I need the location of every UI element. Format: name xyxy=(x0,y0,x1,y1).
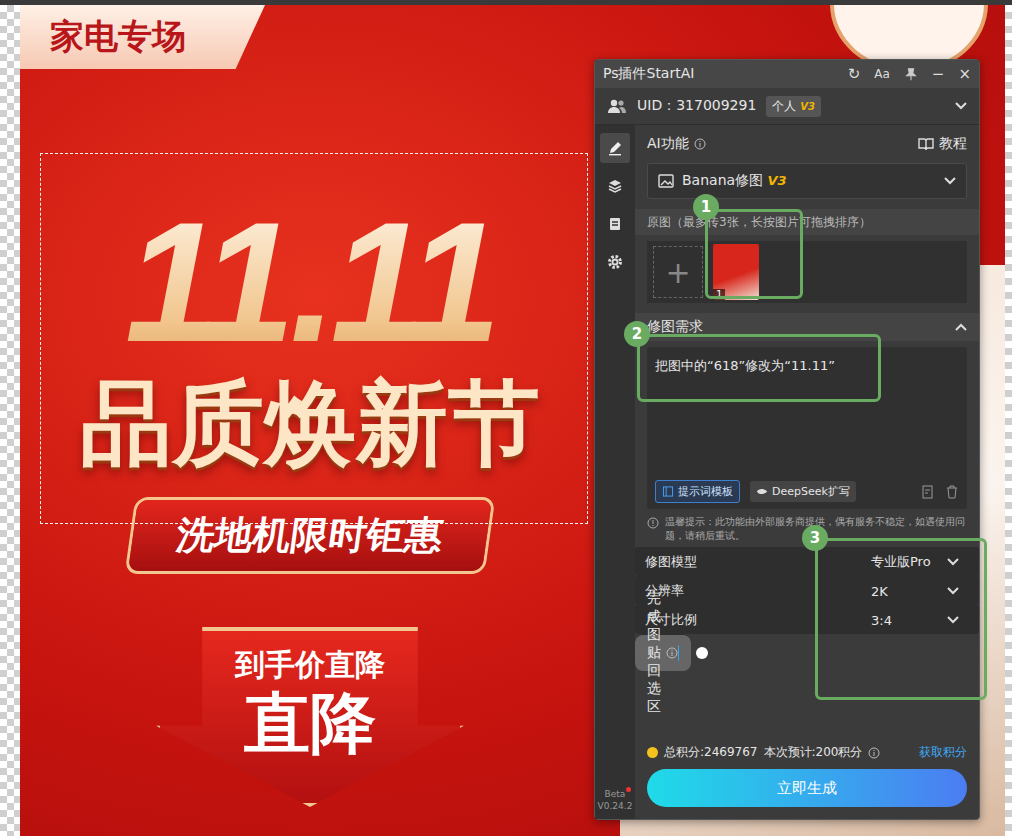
source-thumbnail[interactable]: 1 xyxy=(713,244,759,300)
annotation-box: 2 xyxy=(637,334,881,402)
add-image-button[interactable]: + xyxy=(653,246,703,298)
setting-row: 修图模型 专业版Pro xyxy=(635,547,979,576)
poster-tag: 家电专场 xyxy=(20,5,265,69)
source-header: 原图（最多传3张，长按图片可拖拽排序） xyxy=(635,209,979,235)
edit-icon xyxy=(607,140,623,156)
annotation-box: 3 xyxy=(815,538,987,700)
annotation-badge: 3 xyxy=(802,525,828,551)
history-icon[interactable] xyxy=(921,485,935,499)
transparent-area xyxy=(1005,5,1012,836)
poster-big-title: 11.11 xyxy=(125,185,495,381)
poster-arrow: 到手价直降直降 xyxy=(156,627,464,807)
paste-back-toggle[interactable] xyxy=(678,645,679,661)
photoshop-canvas: 家电专场 11.11品质焕新节洗地机限时钜惠到手价直降直降 Ps插件StartAI ↻… xyxy=(0,0,1012,836)
sidebar-item[interactable] xyxy=(600,209,630,239)
setting-row: 尺寸比例 3:4 xyxy=(635,605,979,634)
plugin-panel: Ps插件StartAI ↻ Aa −× UID：317009291 个人 V3 Beta V0… xyxy=(594,59,980,820)
pin-icon[interactable] xyxy=(904,67,918,81)
setting-select[interactable]: 3:4 xyxy=(861,606,969,634)
poster-title: 品质焕新节 xyxy=(80,373,540,474)
sidebar-item[interactable] xyxy=(600,171,630,201)
request-textarea[interactable]: 把图中的“618”修改为“11.11”提示词模板DeepSeek扩写 xyxy=(647,347,967,509)
get-points-link[interactable]: 获取积分 xyxy=(919,744,967,761)
transparent-area xyxy=(0,5,20,836)
tutorial-link[interactable]: 教程 xyxy=(918,135,967,153)
annotation-box: 1 xyxy=(705,209,803,299)
chevron-down-icon xyxy=(947,558,959,566)
font-button[interactable]: Aa xyxy=(874,67,890,81)
ai-function-select[interactable]: Banana修图 V3 xyxy=(647,163,967,199)
panel-title: Ps插件StartAI xyxy=(603,65,694,83)
version-label: V0.24.2 xyxy=(598,801,633,811)
refresh-button[interactable]: ↻ xyxy=(848,65,861,83)
coin-icon xyxy=(647,747,658,758)
minimize-button[interactable]: − xyxy=(932,65,945,83)
template-icon xyxy=(662,486,674,497)
uid-text: UID：317009291 xyxy=(637,97,756,115)
marquee-selection[interactable] xyxy=(40,153,588,524)
prompt-template-button[interactable]: 提示词模板 xyxy=(655,480,740,503)
chevron-down-icon xyxy=(947,587,959,595)
gear-icon xyxy=(607,254,623,270)
setting-row: 完成图贴回选区 xyxy=(635,634,691,671)
user-row[interactable]: UID：317009291 个人 V3 xyxy=(595,88,979,125)
whale-icon xyxy=(756,486,768,497)
panel-sidebar: Beta V0.24.2 xyxy=(595,125,635,819)
panel-header[interactable]: Ps插件StartAI ↻ Aa −× xyxy=(595,60,979,88)
document-icon xyxy=(607,216,623,232)
image-icon xyxy=(658,174,674,188)
annotation-badge: 1 xyxy=(693,194,719,220)
generate-button[interactable]: 立即生成 xyxy=(647,769,967,807)
sidebar-item[interactable] xyxy=(600,247,630,277)
chevron-down-icon[interactable] xyxy=(955,102,967,110)
annotation-badge: 2 xyxy=(624,321,650,347)
book-icon xyxy=(918,137,934,151)
info-icon[interactable] xyxy=(868,747,880,759)
chevron-down-icon xyxy=(944,177,956,185)
setting-select[interactable]: 专业版Pro xyxy=(861,548,969,576)
info-icon xyxy=(647,517,659,529)
deepseek-button[interactable]: DeepSeek扩写 xyxy=(750,481,856,502)
layers-icon xyxy=(607,178,623,194)
info-icon[interactable] xyxy=(666,647,678,659)
trash-icon[interactable] xyxy=(945,485,959,499)
setting-row: 分辨率 2K xyxy=(635,576,979,605)
sidebar-item[interactable] xyxy=(600,133,630,163)
source-images: +1 xyxy=(647,241,967,303)
chevron-down-icon xyxy=(947,616,959,624)
poster-ribbon: 洗地机限时钜惠 xyxy=(128,500,492,571)
chevron-up-icon xyxy=(955,323,967,331)
close-button[interactable]: × xyxy=(958,65,971,83)
points-row: 总积分:2469767本次预计:200积分获取积分 xyxy=(647,744,967,761)
ai-function-label: AI功能 xyxy=(647,135,706,153)
users-icon xyxy=(607,98,627,114)
plan-badge: 个人 V3 xyxy=(766,96,821,117)
setting-select[interactable]: 2K xyxy=(861,577,969,605)
info-icon[interactable] xyxy=(694,138,706,150)
beta-label: Beta xyxy=(605,789,626,799)
